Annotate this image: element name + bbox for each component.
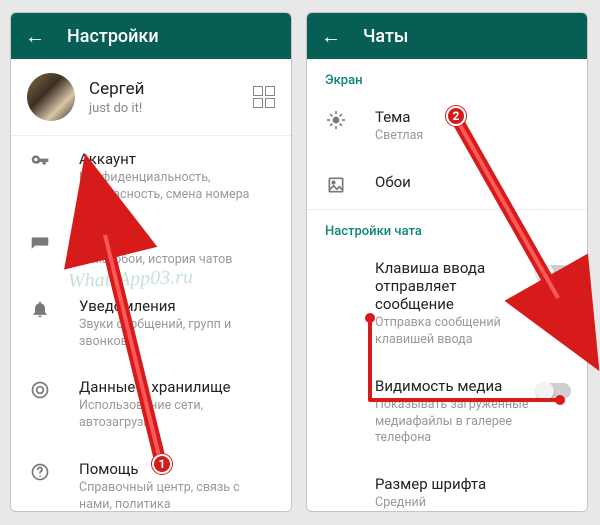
item-title: Аккаунт [79, 150, 275, 168]
back-arrow-icon[interactable]: ← [25, 24, 45, 49]
chat-icon [29, 234, 51, 254]
item-title: Чаты [79, 232, 275, 250]
chats-item-wallpaper[interactable]: Обои [307, 159, 587, 209]
annotation-badge-2: 2 [446, 106, 466, 126]
annotation-badge-1: 1 [152, 454, 172, 474]
app-header: ← Настройки [11, 13, 291, 59]
theme-icon [325, 110, 347, 130]
header-title: Чаты [363, 26, 408, 47]
item-sub: Использование сети, автозагрузка [79, 398, 275, 432]
settings-item-chats[interactable]: Чаты Тема, обои, история чатов [11, 218, 291, 283]
help-icon [29, 462, 51, 482]
settings-item-account[interactable]: Аккаунт Конфиденциальность, безопасность… [11, 136, 291, 218]
profile-status: just do it! [89, 101, 253, 116]
profile-name: Сергей [89, 79, 253, 99]
item-title: Клавиша ввода отправляет сообщение [375, 259, 537, 313]
item-title: Размер шрифта [375, 475, 571, 493]
chats-item-font-size[interactable]: Размер шрифта Средний [307, 461, 587, 511]
app-header: ← Чаты [307, 13, 587, 59]
item-sub: Звуки сообщений, групп и звонков [79, 317, 275, 351]
chats-body: Экран Тема Светлая Обои Настройки чата К… [307, 59, 587, 511]
item-sub: Отправка сообщений клавишей ввода [375, 315, 537, 349]
item-title: Тема [375, 108, 571, 126]
chats-item-media-visibility[interactable]: Видимость медиа Показывать загруженные м… [307, 363, 587, 462]
item-title: Обои [375, 173, 571, 191]
toggle-media-visibility[interactable] [537, 383, 571, 399]
item-sub: Светлая [375, 128, 571, 145]
item-sub: Средний [375, 495, 571, 511]
avatar [27, 73, 75, 121]
item-title: Уведомления [79, 297, 275, 315]
header-title: Настройки [67, 26, 159, 47]
item-title: Данные и хранилище [79, 378, 275, 396]
settings-item-notifications[interactable]: Уведомления Звуки сообщений, групп и зво… [11, 283, 291, 365]
settings-item-help[interactable]: Помощь Справочный центр, связь с нами, п… [11, 446, 291, 511]
qr-icon[interactable] [253, 86, 275, 108]
settings-item-data[interactable]: Данные и хранилище Использование сети, а… [11, 364, 291, 446]
data-icon [29, 380, 51, 400]
key-icon [29, 152, 51, 172]
profile-row[interactable]: Сергей just do it! [11, 59, 291, 135]
item-sub: Тема, обои, история чатов [79, 252, 275, 269]
back-arrow-icon[interactable]: ← [321, 24, 341, 49]
item-sub: Справочный центр, связь с нами, политика… [79, 480, 275, 511]
chats-settings-screen: ← Чаты Экран Тема Светлая Обои Настройки… [306, 12, 588, 512]
section-display: Экран [307, 59, 587, 94]
bell-icon [29, 299, 51, 319]
item-title: Помощь [79, 460, 275, 478]
section-chat: Настройки чата [307, 210, 587, 245]
toggle-enter-send[interactable] [537, 265, 571, 281]
settings-body: Сергей just do it! Аккаунт Конфиденциаль… [11, 59, 291, 511]
item-title: Видимость медиа [375, 377, 537, 395]
chats-item-theme[interactable]: Тема Светлая [307, 94, 587, 159]
chats-item-enter-send[interactable]: Клавиша ввода отправляет сообщение Отпра… [307, 245, 587, 363]
item-sub: Конфиденциальность, безопасность, смена … [79, 170, 275, 204]
settings-screen: ← Настройки Сергей just do it! Аккаунт К… [10, 12, 292, 512]
item-sub: Показывать загруженные медиафайлы в гале… [375, 397, 537, 448]
wallpaper-icon [325, 175, 347, 195]
